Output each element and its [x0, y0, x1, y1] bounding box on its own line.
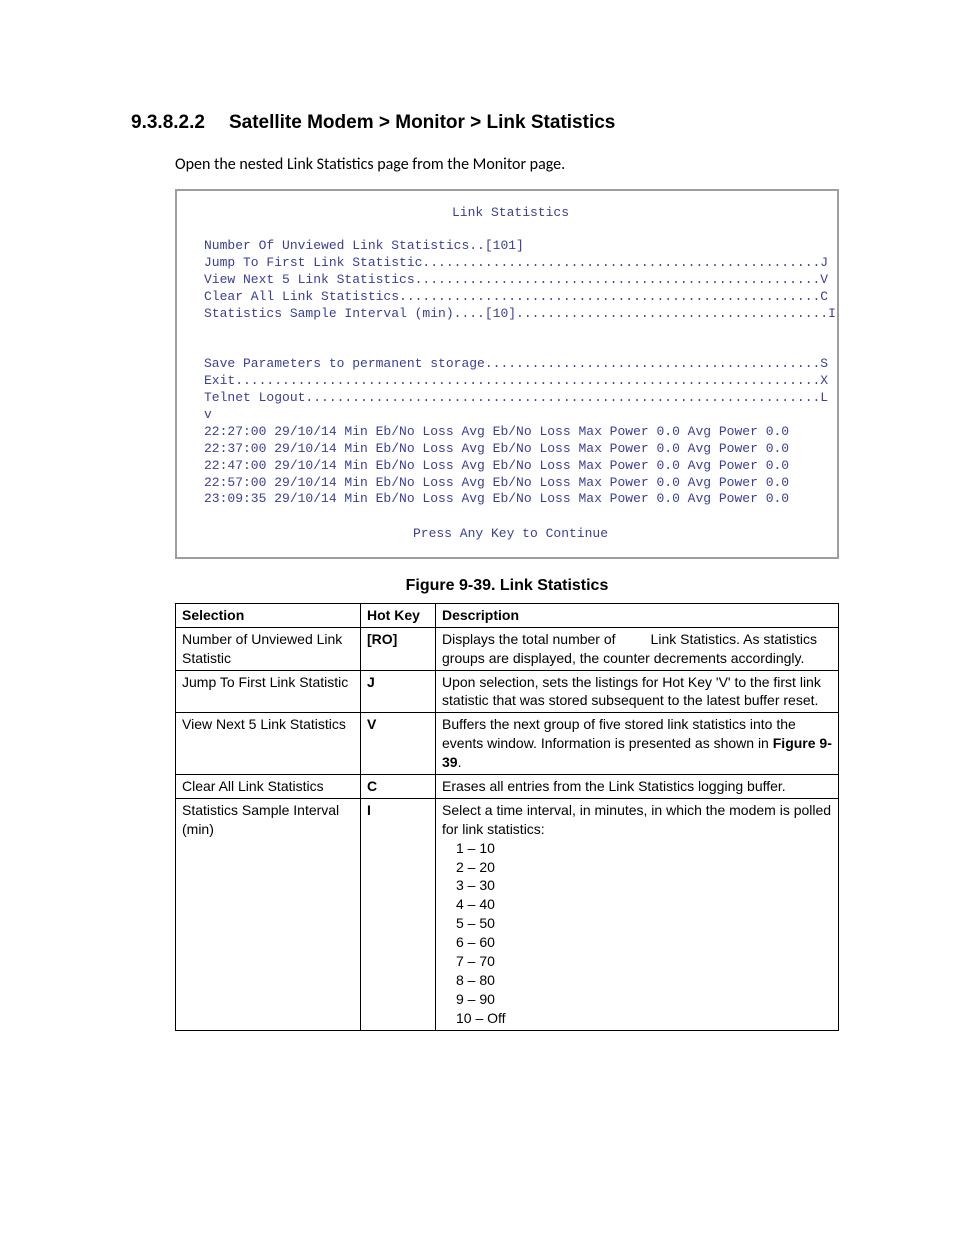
- terminal-body: Number Of Unviewed Link Statistics..[101…: [204, 238, 817, 508]
- interval-item: 8 – 80: [456, 971, 832, 990]
- interval-item: 3 – 30: [456, 876, 832, 895]
- section-number: 9.3.8.2.2: [131, 110, 205, 136]
- terminal-line: 22:27:00 29/10/14 Min Eb/No Loss Avg Eb/…: [204, 424, 817, 441]
- terminal-line: 22:57:00 29/10/14 Min Eb/No Loss Avg Eb/…: [204, 475, 817, 492]
- table-row: Jump To First Link Statistic J Upon sele…: [176, 670, 839, 713]
- table-row: Statistics Sample Interval (min) I Selec…: [176, 798, 839, 1030]
- cell-description: Select a time interval, in minutes, in w…: [436, 798, 839, 1030]
- link-statistics-table: Selection Hot Key Description Number of …: [175, 603, 839, 1031]
- terminal-line: v: [204, 407, 817, 424]
- interval-item: 10 – Off: [456, 1009, 832, 1028]
- cell-description: Buffers the next group of five stored li…: [436, 713, 839, 775]
- cell-description: Upon selection, sets the listings for Ho…: [436, 670, 839, 713]
- desc-lead: Select a time interval, in minutes, in w…: [442, 801, 832, 839]
- desc-text: .: [458, 754, 462, 770]
- desc-gap: [619, 631, 650, 647]
- cell-selection: Clear All Link Statistics: [176, 774, 361, 798]
- interval-item: 4 – 40: [456, 895, 832, 914]
- terminal-line: Clear All Link Statistics...............…: [204, 289, 817, 306]
- terminal-line: Jump To First Link Statistic............…: [204, 255, 817, 272]
- terminal-line: 22:47:00 29/10/14 Min Eb/No Loss Avg Eb/…: [204, 458, 817, 475]
- cell-hotkey: [RO]: [361, 627, 436, 670]
- col-header-description: Description: [436, 603, 839, 627]
- cell-hotkey: C: [361, 774, 436, 798]
- section-heading: 9.3.8.2.2 Satellite Modem > Monitor > Li…: [131, 110, 839, 136]
- interval-item: 5 – 50: [456, 914, 832, 933]
- table-header-row: Selection Hot Key Description: [176, 603, 839, 627]
- terminal-footer: Press Any Key to Continue: [204, 526, 817, 543]
- terminal-line: 22:37:00 29/10/14 Min Eb/No Loss Avg Eb/…: [204, 441, 817, 458]
- interval-item: 2 – 20: [456, 858, 832, 877]
- col-header-selection: Selection: [176, 603, 361, 627]
- terminal-line: Exit....................................…: [204, 373, 817, 390]
- cell-hotkey: V: [361, 713, 436, 775]
- desc-text: Displays the total number of: [442, 631, 619, 647]
- cell-selection: Statistics Sample Interval (min): [176, 798, 361, 1030]
- table-row: View Next 5 Link Statistics V Buffers th…: [176, 713, 839, 775]
- terminal-line: Telnet Logout...........................…: [204, 390, 817, 407]
- table-row: Clear All Link Statistics C Erases all e…: [176, 774, 839, 798]
- terminal-line: 23:09:35 29/10/14 Min Eb/No Loss Avg Eb/…: [204, 491, 817, 508]
- cell-hotkey: I: [361, 798, 436, 1030]
- terminal-line: [204, 323, 817, 340]
- cell-hotkey: J: [361, 670, 436, 713]
- interval-item: 6 – 60: [456, 933, 832, 952]
- cell-description: Displays the total number of Link Statis…: [436, 627, 839, 670]
- table-row: Number of Unviewed Link Statistic [RO] D…: [176, 627, 839, 670]
- terminal-line: Statistics Sample Interval (min)....[10]…: [204, 306, 817, 323]
- terminal-screenshot: Link Statistics Number Of Unviewed Link …: [175, 189, 839, 559]
- desc-text: Buffers the next group of five stored li…: [442, 716, 796, 751]
- col-header-hotkey: Hot Key: [361, 603, 436, 627]
- terminal-line: [204, 339, 817, 356]
- cell-description: Erases all entries from the Link Statist…: [436, 774, 839, 798]
- intro-paragraph: Open the nested Link Statistics page fro…: [175, 154, 839, 176]
- cell-selection: Jump To First Link Statistic: [176, 670, 361, 713]
- terminal-line: View Next 5 Link Statistics.............…: [204, 272, 817, 289]
- interval-item: 7 – 70: [456, 952, 832, 971]
- cell-selection: View Next 5 Link Statistics: [176, 713, 361, 775]
- figure-caption: Figure 9-39. Link Statistics: [175, 575, 839, 597]
- interval-list: 1 – 102 – 203 – 304 – 405 – 506 – 607 – …: [442, 839, 832, 1028]
- interval-item: 1 – 10: [456, 839, 832, 858]
- section-title: Satellite Modem > Monitor > Link Statist…: [229, 110, 615, 136]
- terminal-line: Save Parameters to permanent storage....…: [204, 356, 817, 373]
- terminal-title: Link Statistics: [204, 205, 817, 222]
- interval-item: 9 – 90: [456, 990, 832, 1009]
- cell-selection: Number of Unviewed Link Statistic: [176, 627, 361, 670]
- terminal-line: Number Of Unviewed Link Statistics..[101…: [204, 238, 817, 255]
